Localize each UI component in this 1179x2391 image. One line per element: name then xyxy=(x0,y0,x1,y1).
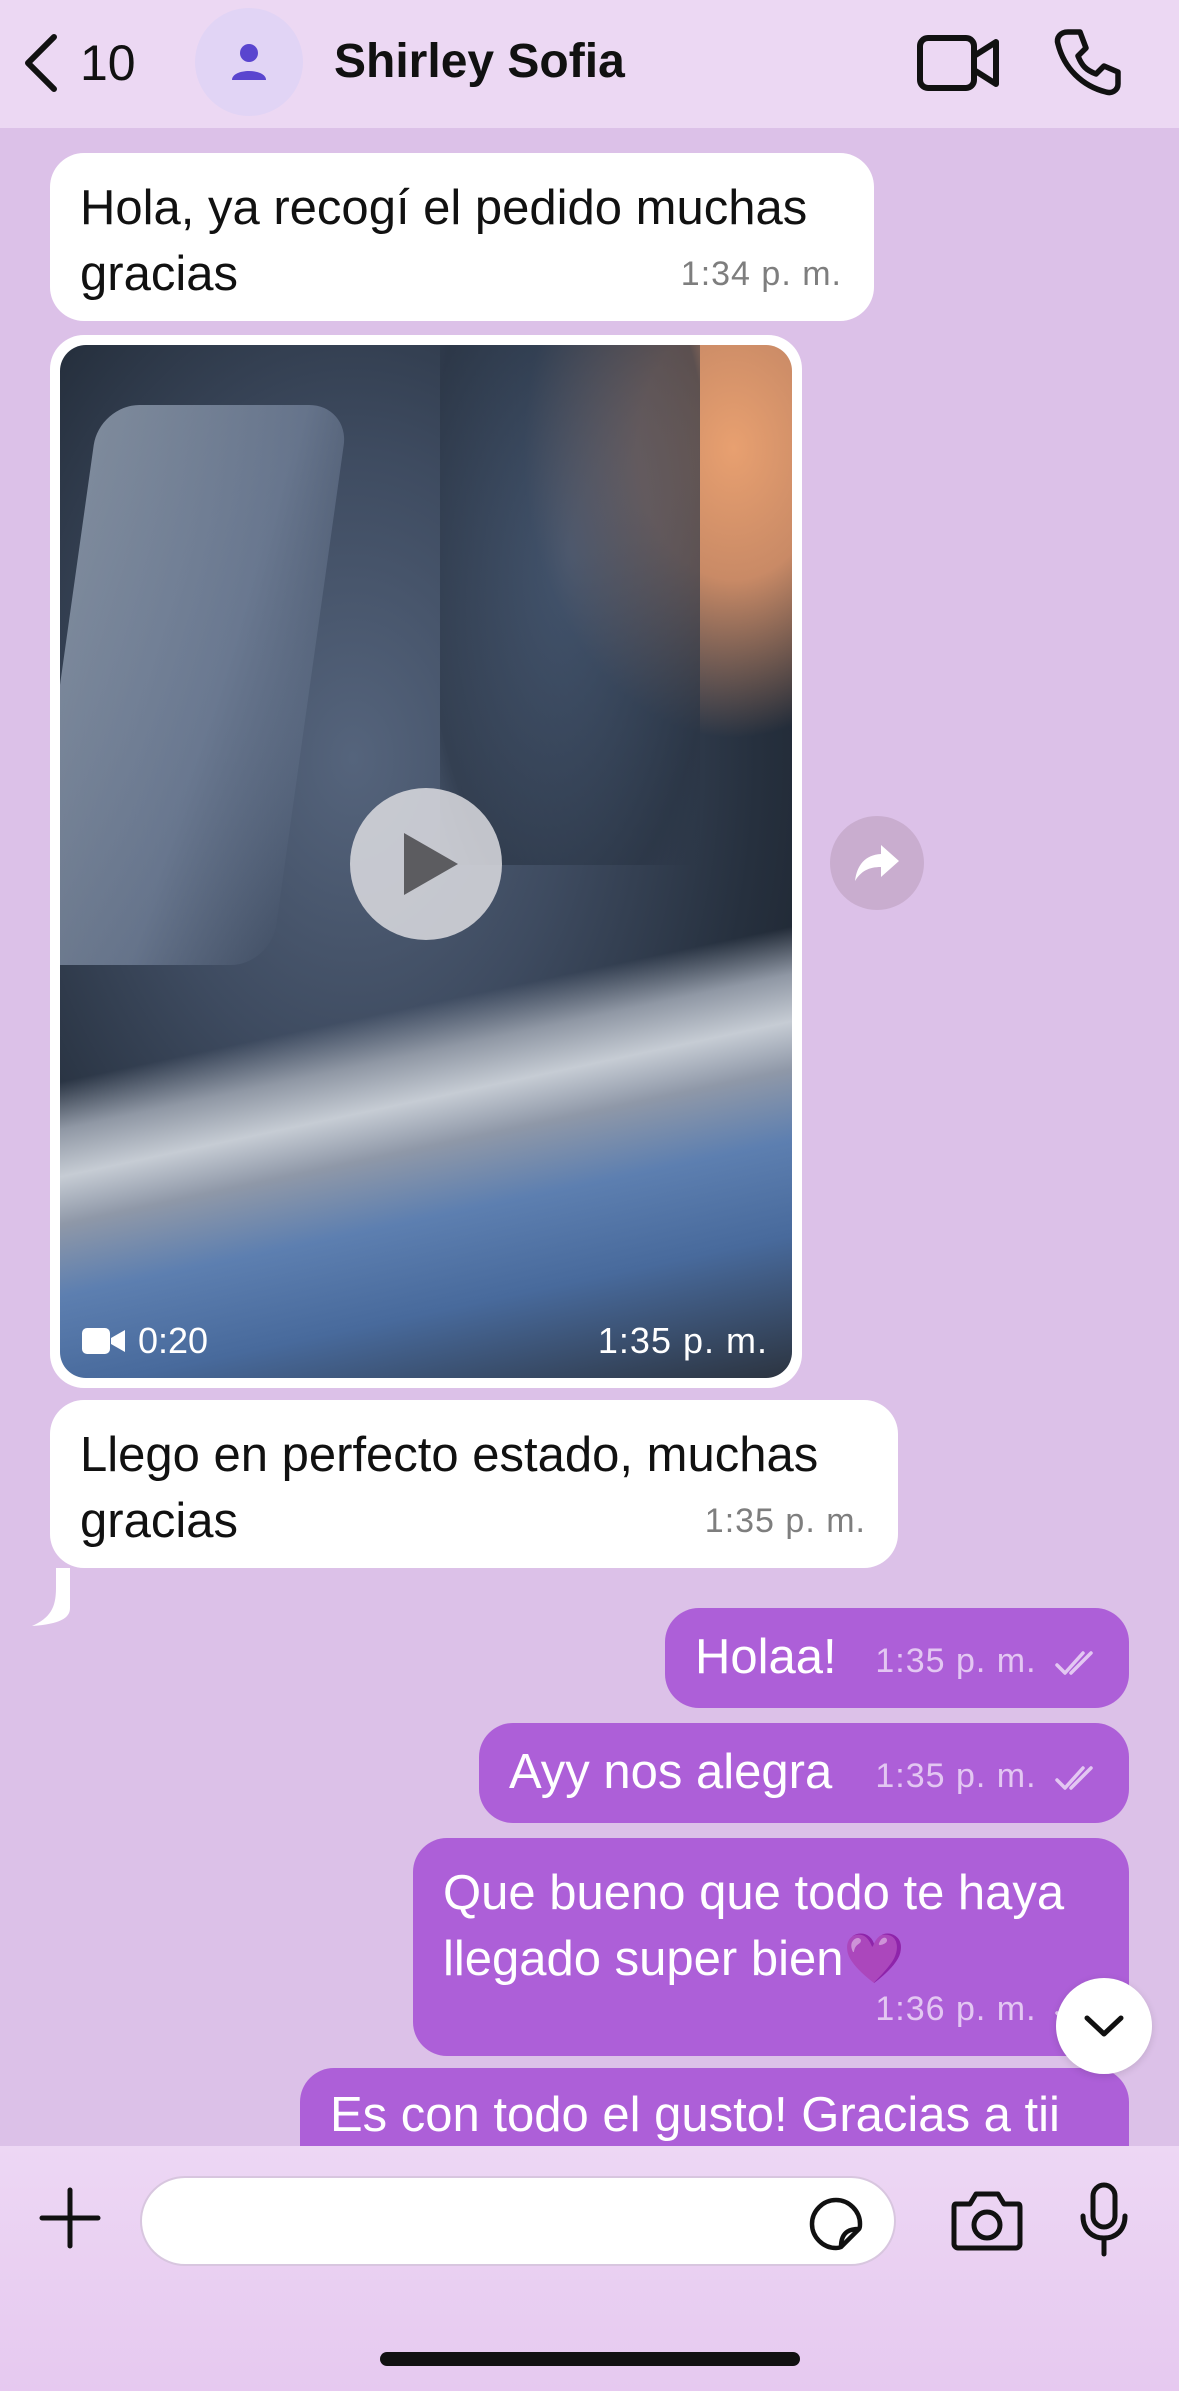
contact-name[interactable]: Shirley Sofia xyxy=(334,34,625,89)
microphone-icon[interactable] xyxy=(1078,2182,1130,2258)
message-bubble-outgoing[interactable]: Ayy nos alegra 1:35 p. m. xyxy=(479,1723,1129,1823)
chevron-down-icon xyxy=(1084,2015,1124,2037)
person-icon xyxy=(232,44,266,80)
message-bubble-outgoing[interactable]: Que bueno que todo te haya llegado super… xyxy=(413,1838,1129,2056)
message-input-wrapper[interactable] xyxy=(140,2176,896,2266)
phone-icon[interactable] xyxy=(1052,26,1124,98)
message-input[interactable] xyxy=(172,2192,792,2252)
plus-icon[interactable] xyxy=(38,2186,102,2250)
message-time: 1:34 p. m. xyxy=(680,255,842,293)
message-time: 1:35 p. m. xyxy=(597,1320,768,1361)
play-icon xyxy=(404,833,458,895)
message-bubble-incoming[interactable]: Hola, ya recogí el pedido muchas gracias… xyxy=(50,153,874,321)
double-check-icon xyxy=(1055,1651,1093,1675)
forward-arrow-icon xyxy=(855,845,899,881)
unread-count: 10 xyxy=(80,35,136,91)
message-text: Que bueno que todo te haya llegado super… xyxy=(443,1866,1065,1986)
message-bubble-outgoing[interactable]: Holaa! 1:35 p. m. xyxy=(665,1608,1129,1708)
message-time: 1:35 p. m. xyxy=(875,1628,1101,1694)
message-time: 1:35 p. m. xyxy=(704,1502,866,1540)
avatar[interactable] xyxy=(195,8,303,116)
scroll-to-bottom-button[interactable] xyxy=(1056,1978,1152,2074)
double-check-icon xyxy=(1055,1766,1093,1790)
video-camera-icon[interactable] xyxy=(916,28,1000,98)
video-duration-text: 0:20 xyxy=(138,1320,209,1361)
video-thumbnail[interactable]: 0:20 1:35 p. m. xyxy=(60,345,792,1378)
play-button[interactable] xyxy=(350,788,502,940)
message-list[interactable]: Hola, ya recogí el pedido muchas gracias… xyxy=(0,128,1179,2146)
home-indicator[interactable] xyxy=(380,2352,800,2366)
sticker-icon[interactable] xyxy=(808,2196,864,2252)
message-bubble-outgoing[interactable]: Es con todo el gusto! Gracias a tii xyxy=(300,2068,1129,2146)
message-bubble-incoming[interactable]: Llego en perfecto estado, muchas gracias… xyxy=(50,1400,898,1568)
video-camera-icon xyxy=(82,1328,125,1354)
back-button[interactable]: 10 xyxy=(18,28,168,98)
chat-header: 10 Shirley Sofia xyxy=(0,0,1179,128)
bubble-tail xyxy=(32,1568,70,1626)
message-text: Es con todo el gusto! Gracias a tii xyxy=(330,2088,1060,2142)
video-duration: 0:20 xyxy=(82,1320,208,1362)
video-message[interactable]: 0:20 1:35 p. m. xyxy=(50,335,802,1388)
chevron-left-icon xyxy=(25,34,57,92)
camera-icon[interactable] xyxy=(950,2186,1024,2252)
forward-button[interactable] xyxy=(830,816,924,910)
message-time: 1:35 p. m. xyxy=(875,1743,1101,1809)
